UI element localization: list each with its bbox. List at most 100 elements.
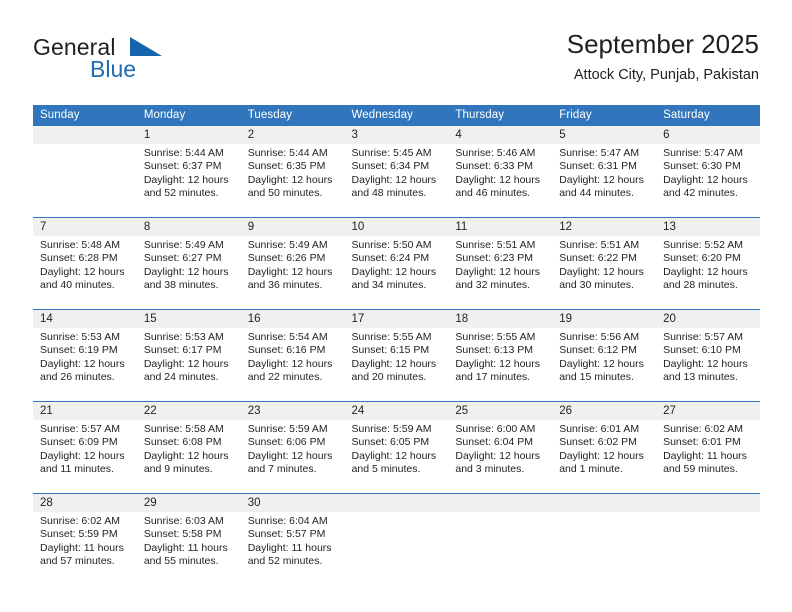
day-number-cell[interactable]: 30 xyxy=(240,493,345,512)
day-number-cell[interactable]: 23 xyxy=(240,401,345,420)
day-number-cell[interactable]: 11 xyxy=(448,217,553,236)
day-number-cell[interactable]: 15 xyxy=(136,309,241,328)
sunset-text: Sunset: 6:33 PM xyxy=(455,160,534,173)
week-detail-row: Sunrise: 5:53 AM Sunset: 6:19 PM Dayligh… xyxy=(33,328,760,402)
daylight-text-line1: Daylight: 12 hours xyxy=(455,265,541,278)
day-detail-cell: Sunrise: 5:59 AM Sunset: 6:06 PM Dayligh… xyxy=(240,420,345,494)
sunrise-text: Sunrise: 5:44 AM xyxy=(247,147,328,159)
sunrise-text: Sunrise: 5:53 AM xyxy=(143,331,224,343)
daylight-text-line2: and 1 minute. xyxy=(559,462,623,475)
day-number-cell[interactable]: 12 xyxy=(552,217,657,236)
daylight-text-line2: and 28 minutes. xyxy=(663,278,738,291)
day-number-cell[interactable]: 17 xyxy=(344,309,449,328)
daylight-text-line1: Daylight: 12 hours xyxy=(247,173,333,186)
day-number-cell-empty xyxy=(344,493,449,512)
daylight-text-line1: Daylight: 12 hours xyxy=(143,449,229,462)
sunrise-text: Sunrise: 6:04 AM xyxy=(247,515,328,527)
day-number-cell[interactable]: 9 xyxy=(240,217,345,236)
daylight-text-line1: Daylight: 12 hours xyxy=(143,173,229,186)
day-detail-cell xyxy=(33,144,137,218)
daylight-text-line2: and 44 minutes. xyxy=(559,186,634,199)
page-title: September 2025 xyxy=(566,29,759,59)
daylight-text-line1: Daylight: 12 hours xyxy=(40,265,125,278)
sunset-text: Sunset: 6:19 PM xyxy=(40,344,118,357)
day-number-cell[interactable]: 16 xyxy=(240,309,345,328)
weekday-header-monday: Monday xyxy=(136,105,241,126)
day-detail-cell: Sunrise: 5:53 AM Sunset: 6:17 PM Dayligh… xyxy=(136,328,241,402)
daylight-text-line1: Daylight: 12 hours xyxy=(559,449,644,462)
day-number-cell[interactable]: 3 xyxy=(344,126,449,144)
day-detail-cell: Sunrise: 5:54 AM Sunset: 6:16 PM Dayligh… xyxy=(240,328,345,402)
day-number-cell[interactable]: 7 xyxy=(33,217,137,236)
sunset-text: Sunset: 6:12 PM xyxy=(559,344,637,357)
daylight-text-line2: and 50 minutes. xyxy=(247,186,323,199)
weekday-header-saturday: Saturday xyxy=(656,105,760,126)
day-number-cell[interactable]: 22 xyxy=(136,401,241,420)
day-number-cell[interactable]: 29 xyxy=(136,493,241,512)
day-number-cell[interactable]: 8 xyxy=(136,217,241,236)
daylight-text-line1: Daylight: 12 hours xyxy=(455,449,541,462)
daylight-text-line2: and 59 minutes. xyxy=(663,462,738,475)
daylight-text-line1: Daylight: 12 hours xyxy=(247,449,333,462)
day-number-cell[interactable]: 1 xyxy=(136,126,241,144)
sunset-text: Sunset: 6:28 PM xyxy=(40,252,118,265)
sunset-text: Sunset: 6:35 PM xyxy=(247,160,326,173)
day-number-cell[interactable] xyxy=(33,126,137,144)
title-block: September 2025 Attock City, Punjab, Paki… xyxy=(567,28,759,86)
sunrise-text: Sunrise: 5:59 AM xyxy=(247,423,328,435)
day-number-cell[interactable]: 6 xyxy=(656,126,760,144)
calendar-body: 1 2 3 4 5 6 Sunrise: 5:44 AM Sunset: 6:3… xyxy=(33,126,760,585)
sunrise-text: Sunrise: 5:55 AM xyxy=(351,331,432,343)
daylight-text-line1: Daylight: 11 hours xyxy=(40,541,124,554)
sunset-text: Sunset: 6:01 PM xyxy=(663,436,741,449)
day-number-cell[interactable]: 2 xyxy=(240,126,345,144)
day-number-cell[interactable]: 21 xyxy=(33,401,137,420)
day-number-cell[interactable]: 14 xyxy=(33,309,137,328)
day-detail-cell: Sunrise: 5:57 AM Sunset: 6:10 PM Dayligh… xyxy=(656,328,760,402)
day-number-cell[interactable]: 24 xyxy=(344,401,449,420)
sunrise-text: Sunrise: 5:45 AM xyxy=(351,147,432,159)
day-number-cell[interactable]: 20 xyxy=(656,309,760,328)
daylight-text-line1: Daylight: 11 hours xyxy=(143,541,228,554)
sunrise-text: Sunrise: 5:57 AM xyxy=(40,423,120,435)
day-number-cell[interactable]: 27 xyxy=(656,401,760,420)
sunrise-text: Sunrise: 5:55 AM xyxy=(455,331,536,343)
day-detail-cell: Sunrise: 6:02 AM Sunset: 6:01 PM Dayligh… xyxy=(656,420,760,494)
sunrise-text: Sunrise: 5:50 AM xyxy=(351,239,432,251)
day-number-cell[interactable]: 26 xyxy=(552,401,657,420)
daylight-text-line2: and 55 minutes. xyxy=(143,554,219,567)
day-detail-cell: Sunrise: 5:49 AM Sunset: 6:26 PM Dayligh… xyxy=(240,236,345,310)
weekday-header-tuesday: Tuesday xyxy=(240,105,345,126)
day-number-cell[interactable]: 5 xyxy=(552,126,657,144)
day-number-cell[interactable]: 18 xyxy=(448,309,553,328)
sunrise-text: Sunrise: 5:58 AM xyxy=(143,423,224,435)
day-detail-cell: Sunrise: 6:02 AM Sunset: 5:59 PM Dayligh… xyxy=(33,512,137,585)
day-number-cell[interactable]: 28 xyxy=(33,493,137,512)
day-number-cell[interactable]: 19 xyxy=(552,309,657,328)
day-number-cell[interactable]: 13 xyxy=(656,217,760,236)
sunset-text: Sunset: 5:57 PM xyxy=(247,528,326,541)
sunrise-text: Sunrise: 5:53 AM xyxy=(40,331,120,343)
day-number-cell[interactable]: 25 xyxy=(448,401,553,420)
daylight-text-line2: and 7 minutes. xyxy=(247,462,317,475)
sunrise-text: Sunrise: 5:59 AM xyxy=(351,423,432,435)
day-number-cell[interactable]: 4 xyxy=(448,126,553,144)
daylight-text-line2: and 17 minutes. xyxy=(455,370,531,383)
sunset-text: Sunset: 6:04 PM xyxy=(455,436,534,449)
day-detail-cell: Sunrise: 5:57 AM Sunset: 6:09 PM Dayligh… xyxy=(33,420,137,494)
daylight-text-line2: and 3 minutes. xyxy=(455,462,525,475)
daylight-text-line2: and 11 minutes. xyxy=(40,462,114,475)
day-detail-cell xyxy=(552,512,657,585)
sunset-text: Sunset: 6:15 PM xyxy=(351,344,430,357)
week-daynumber-row: 1 2 3 4 5 6 xyxy=(33,126,760,144)
sunset-text: Sunset: 6:37 PM xyxy=(143,160,222,173)
daylight-text-line1: Daylight: 12 hours xyxy=(247,357,333,370)
calendar-table: Sunday Monday Tuesday Wednesday Thursday… xyxy=(33,105,760,585)
day-detail-cell: Sunrise: 5:47 AM Sunset: 6:30 PM Dayligh… xyxy=(656,144,760,218)
weekday-header-thursday: Thursday xyxy=(448,105,553,126)
day-number-cell[interactable]: 10 xyxy=(344,217,449,236)
sunset-text: Sunset: 5:58 PM xyxy=(143,528,222,541)
daylight-text-line1: Daylight: 12 hours xyxy=(143,265,229,278)
sunset-text: Sunset: 6:02 PM xyxy=(559,436,637,449)
sunset-text: Sunset: 6:20 PM xyxy=(663,252,741,265)
